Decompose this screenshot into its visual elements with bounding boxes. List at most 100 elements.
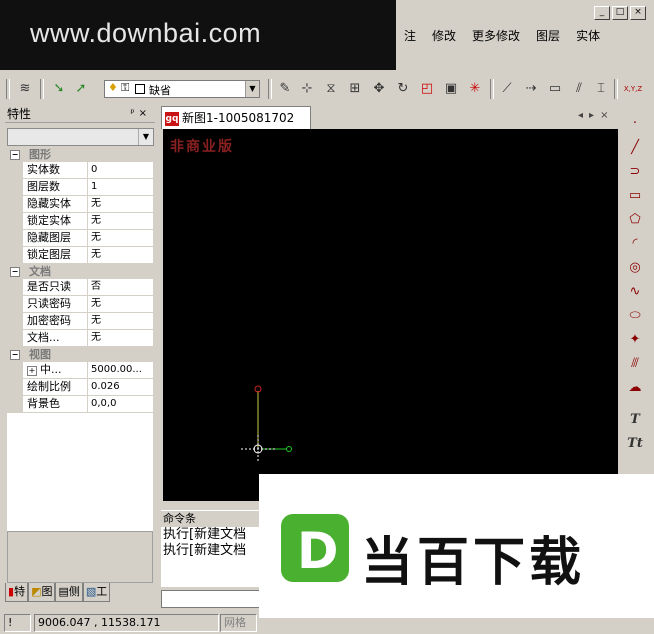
property-row[interactable]: 背景色 0,0,0: [7, 396, 153, 413]
property-row[interactable]: 隐藏图层无: [7, 230, 153, 247]
layers-icon[interactable]: ≋: [16, 80, 34, 98]
bulb-icon: ♦: [108, 81, 118, 94]
trim-icon[interactable]: ⟋: [498, 80, 516, 98]
watermark-text: 当百下载: [361, 533, 586, 593]
array-icon[interactable]: ⊞: [346, 80, 364, 98]
chevron-down-icon[interactable]: ▼: [138, 129, 153, 145]
watermark-banner: www.downbai.com: [0, 0, 396, 70]
close-icon[interactable]: ×: [600, 110, 614, 121]
property-row[interactable]: 图层数 1: [7, 179, 153, 196]
property-row[interactable]: 隐藏实体无: [7, 196, 153, 213]
close-icon[interactable]: ×: [139, 108, 151, 119]
point-icon[interactable]: ·: [624, 114, 646, 134]
property-row[interactable]: 文档... 无: [7, 330, 153, 347]
copy-icon[interactable]: ⊹: [298, 80, 316, 98]
command-input[interactable]: [161, 590, 261, 608]
properties-header: 特性 ᵖ×: [5, 106, 155, 123]
ellipse-icon[interactable]: ⬭: [624, 306, 646, 326]
maximize-button[interactable]: □: [612, 6, 628, 20]
library-tab-icon: ◩: [31, 585, 42, 598]
layer-down-icon[interactable]: ➚: [72, 80, 90, 98]
minimize-button[interactable]: _: [594, 6, 610, 20]
property-row[interactable]: 锁定实体无: [7, 213, 153, 230]
document-tab[interactable]: gq 新图1-1005081702: [161, 106, 311, 129]
erase-icon[interactable]: ✎: [276, 80, 294, 98]
side-tab-icon: ▤: [58, 585, 69, 598]
cloud-icon[interactable]: ☁: [624, 378, 646, 398]
chevron-down-icon[interactable]: ▼: [245, 81, 259, 97]
command-title: 命令条: [161, 510, 261, 526]
property-row[interactable]: 只读密码无: [7, 296, 153, 313]
mtext-icon[interactable]: Tt: [624, 434, 646, 454]
polygon-icon[interactable]: ⬠: [624, 210, 646, 230]
tab-side[interactable]: ▤侧: [55, 583, 83, 602]
break-icon[interactable]: ▭: [546, 80, 564, 98]
hatch-icon[interactable]: ⫻: [624, 354, 646, 374]
pin-icon[interactable]: ᵖ: [130, 108, 138, 119]
extend-icon[interactable]: ⇢: [522, 80, 540, 98]
rectangle-icon[interactable]: ▭: [624, 186, 646, 206]
layer-up-icon[interactable]: ➘: [50, 80, 68, 98]
text-icon[interactable]: T: [624, 410, 646, 430]
menu-item-modify[interactable]: 修改: [424, 27, 464, 44]
move-icon[interactable]: ✥: [370, 80, 388, 98]
scroll-right-icon[interactable]: ▸: [589, 110, 600, 121]
insert-block-icon[interactable]: ✦: [624, 330, 646, 350]
lengthen-icon[interactable]: ⌶: [592, 80, 610, 98]
close-button[interactable]: ×: [630, 6, 646, 20]
arc-icon[interactable]: ◜: [624, 234, 646, 254]
explode-icon[interactable]: ✳: [466, 80, 484, 98]
non-commercial-mark: 非商业版: [170, 139, 234, 155]
panel-controls: ᵖ×: [130, 106, 151, 122]
expand-icon[interactable]: +: [27, 366, 37, 376]
xyz-button[interactable]: X,Y,Z: [620, 80, 646, 98]
ucs-axes: [241, 385, 292, 463]
history-line: 执行[新建文档: [163, 527, 247, 542]
offset-icon[interactable]: ⫽: [570, 80, 588, 98]
grid-toggle[interactable]: 网格: [220, 614, 257, 632]
window-controls: _ □ ×: [594, 6, 646, 20]
menu-item-entity[interactable]: 实体: [568, 27, 608, 44]
collapse-icon[interactable]: −: [10, 350, 20, 360]
tab-tools[interactable]: ▧工: [82, 583, 111, 602]
properties-title: 特性: [7, 107, 32, 121]
category-graphics[interactable]: − 图形: [7, 147, 153, 162]
draw-toolbar: · ╱ ⊃ ▭ ⬠ ◜ ◎ ∿ ⬭ ✦ ⫻ ☁ T Tt: [622, 104, 654, 504]
lock-icon: ⚿: [121, 81, 130, 94]
property-row[interactable]: 实体数 0: [7, 162, 153, 179]
menu-item-layer[interactable]: 图层: [528, 27, 568, 44]
polyline-icon[interactable]: ⊃: [624, 162, 646, 182]
layer-select[interactable]: ♦ ⚿ 缺省 ▼: [104, 80, 260, 98]
tab-controls: ◂▸×: [578, 110, 614, 121]
mirror-icon[interactable]: ⧖: [322, 80, 340, 98]
menu-item-more-modify[interactable]: 更多修改: [464, 27, 528, 44]
tab-properties[interactable]: ▮特: [5, 583, 29, 602]
property-row[interactable]: 锁定图层无: [7, 247, 153, 264]
drawing-canvas[interactable]: [163, 129, 618, 501]
entity-select[interactable]: ▼: [7, 128, 154, 146]
property-row[interactable]: + 中... 5000.00...: [7, 362, 153, 379]
category-document[interactable]: − 文档: [7, 264, 153, 279]
property-row[interactable]: 加密密码无: [7, 313, 153, 330]
document-title: 新图1-1005081702: [182, 111, 295, 125]
tab-library[interactable]: ◩图: [28, 583, 56, 602]
property-row[interactable]: 绘制比例 0.026: [7, 379, 153, 396]
watermark-overlay: D 当百下载: [259, 474, 654, 618]
watermark-url: www.downbai.com: [30, 18, 262, 48]
menu-bar: 注 修改 更多修改 图层 实体: [396, 22, 608, 48]
rotate-icon[interactable]: ↻: [394, 80, 412, 98]
stretch-icon[interactable]: ▣: [442, 80, 460, 98]
category-view[interactable]: − 视图: [7, 347, 153, 362]
spline-icon[interactable]: ∿: [624, 282, 646, 302]
cursor-coordinates: 9006.047 , 11538.171: [34, 614, 219, 632]
property-row[interactable]: 是否只读否: [7, 279, 153, 296]
command-history: 执行[新建文档 执行[新建文档: [161, 527, 263, 587]
collapse-icon[interactable]: −: [10, 267, 20, 277]
line-icon[interactable]: ╱: [624, 138, 646, 158]
color-swatch: [135, 84, 145, 94]
scale-icon[interactable]: ◰: [418, 80, 436, 98]
collapse-icon[interactable]: −: [10, 150, 20, 160]
circle-icon[interactable]: ◎: [624, 258, 646, 278]
scroll-left-icon[interactable]: ◂: [578, 110, 589, 121]
menu-item-dimension[interactable]: 注: [396, 27, 424, 44]
